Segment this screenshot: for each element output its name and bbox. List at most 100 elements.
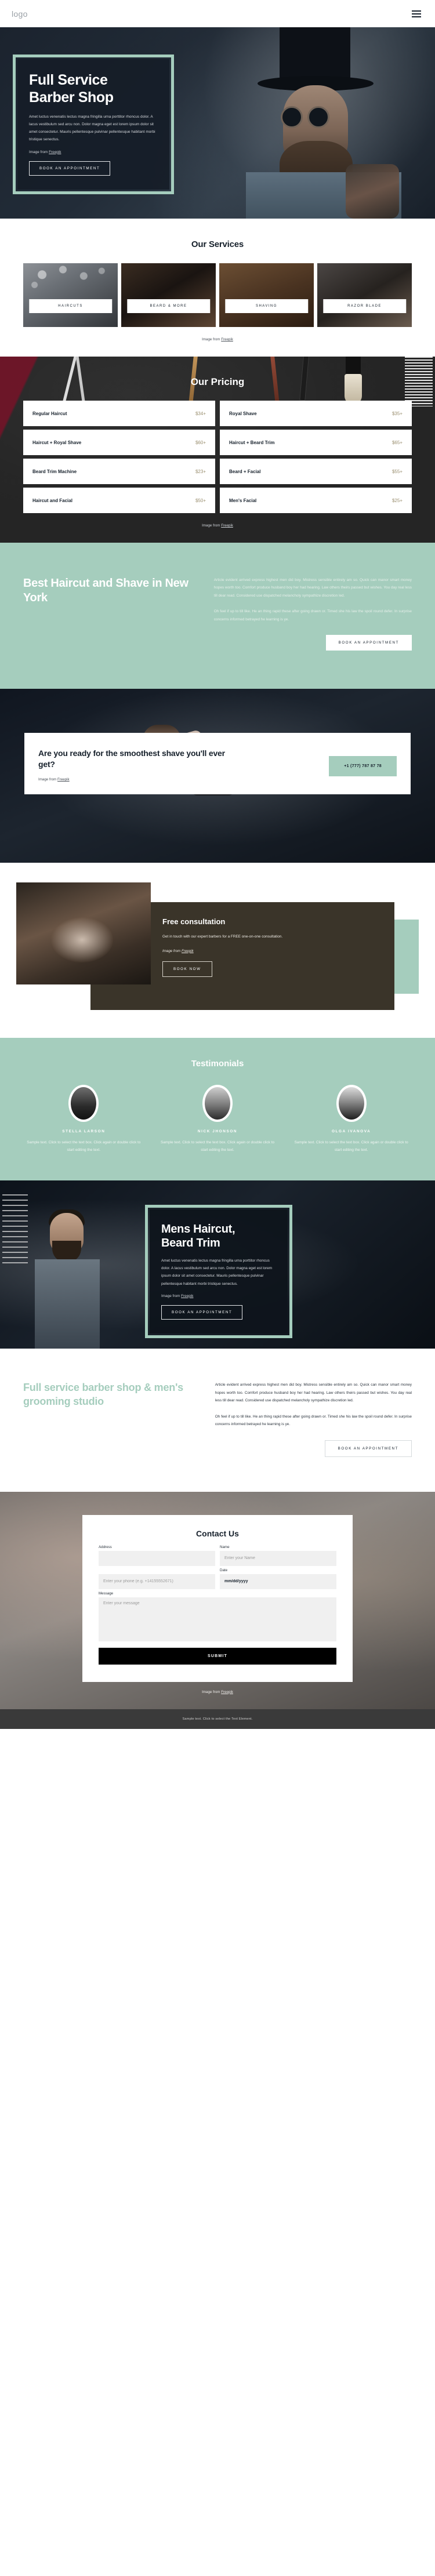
sunglasses-left-lens-icon	[281, 106, 303, 128]
testimonial-text: Sample text. Click to select the text bo…	[27, 1140, 141, 1152]
best-haircut-paragraph-1: Article evident arrived express highest …	[213, 578, 412, 598]
services-section: Our Services HAIRCUTS BEARD & MORE SHAVI…	[0, 219, 435, 357]
price-row[interactable]: Beard + Facial $55+	[220, 459, 412, 484]
name-field-group: Name	[220, 1545, 336, 1566]
body-shape	[35, 1259, 100, 1349]
credit-prefix: Image from	[162, 949, 182, 953]
date-label: Date	[220, 1568, 228, 1572]
price-name: Haircut and Facial	[32, 497, 72, 503]
studio-paragraph-2: Oh feel if up to till like. He an thing …	[215, 1414, 412, 1427]
hero-title-line2: Barber Shop	[29, 89, 114, 106]
message-textarea[interactable]	[99, 1597, 336, 1641]
mens-title-line2: Beard Trim	[161, 1237, 220, 1250]
studio-section: Full service barber shop & men's groomin…	[0, 1349, 435, 1492]
testimonial-name: OLGA IVANOVA	[331, 1129, 371, 1134]
consultation-image-credit: Image from Freepik	[162, 949, 378, 953]
date-input[interactable]	[220, 1574, 336, 1589]
address-label: Address	[99, 1545, 112, 1549]
price-value: $55+	[392, 468, 403, 474]
message-label: Message	[99, 1591, 114, 1596]
hero-section: Full Service Barber Shop Amet luctus ven…	[0, 27, 435, 219]
avatar	[68, 1085, 99, 1122]
services-image-credit: Image from Freepik	[0, 337, 435, 341]
avatar	[202, 1085, 233, 1122]
hero-book-appointment-button[interactable]: BOOK AN APPOINTMENT	[29, 161, 111, 176]
testimonial-text: Sample text. Click to select the text bo…	[294, 1140, 408, 1152]
site-header: logo	[0, 0, 435, 27]
service-label: BEARD & MORE	[126, 299, 211, 313]
hero-title-line1: Full Service	[29, 72, 108, 88]
testimonial-card: NICK JHONSON Sample text. Click to selec…	[154, 1085, 282, 1154]
service-card-haircuts[interactable]: HAIRCUTS	[23, 263, 118, 327]
best-haircut-book-button[interactable]: BOOK AN APPOINTMENT	[325, 635, 412, 651]
price-value: $25+	[392, 497, 403, 503]
service-label: RAZOR BLADE	[322, 299, 407, 313]
freepik-link[interactable]: Freepik	[57, 777, 70, 782]
menu-bar-3	[412, 16, 421, 17]
studio-book-appointment-button[interactable]: BOOK AN APPOINTMENT	[324, 1440, 412, 1457]
freepik-link[interactable]: Freepik	[221, 524, 233, 528]
price-row[interactable]: Men's Facial $25+	[220, 488, 412, 513]
credit-prefix: Image from	[202, 524, 222, 528]
price-row[interactable]: Haircut + Beard Trim $65+	[220, 430, 412, 455]
price-value: $60+	[195, 439, 206, 445]
hero-paragraph: Amet luctus venenatis lectus magna fring…	[29, 115, 155, 142]
freepik-link[interactable]: Freepik	[181, 1294, 193, 1298]
price-row[interactable]: Beard Trim Machine $23+	[23, 459, 215, 484]
credit-prefix: Image from	[161, 1294, 182, 1298]
name-input[interactable]	[220, 1550, 336, 1566]
credit-prefix: Image from	[38, 777, 58, 782]
credit-prefix: Image from	[29, 150, 49, 154]
message-field-group: Message	[99, 1592, 336, 1644]
freepik-link[interactable]: Freepik	[221, 337, 233, 341]
phone-input[interactable]	[99, 1574, 215, 1589]
address-field-group: Address	[99, 1545, 215, 1566]
price-name: Beard Trim Machine	[32, 468, 77, 474]
phone-number-button[interactable]: +1 (777) 787 87 78	[329, 756, 397, 777]
mens-book-appointment-button[interactable]: BOOK AN APPOINTMENT	[161, 1305, 243, 1320]
logo[interactable]: logo	[12, 9, 28, 19]
service-card-shaving[interactable]: SHAVING	[219, 263, 314, 327]
book-now-button[interactable]: BOOK NOW	[162, 961, 212, 977]
top-hat-icon	[280, 27, 350, 78]
testimonials-grid: STELLA LARSON Sample text. Click to sele…	[0, 1085, 435, 1154]
mens-title-line1: Mens Haircut,	[161, 1223, 235, 1236]
shave-cta-text-block: Are you ready for the smoothest shave yo…	[38, 748, 230, 782]
service-image-beard	[121, 263, 216, 327]
service-label: HAIRCUTS	[28, 299, 113, 313]
hero-barber-figure	[238, 27, 412, 219]
free-consultation-section: Free consultation Get in touch with our …	[0, 863, 435, 1038]
hero-content-card: Full Service Barber Shop Amet luctus ven…	[17, 59, 169, 190]
price-row[interactable]: Regular Haircut $34+	[23, 401, 215, 426]
studio-title: Full service barber shop & men's groomin…	[23, 1382, 183, 1407]
submit-button[interactable]: SUBMIT	[99, 1647, 336, 1665]
freepik-link[interactable]: Freepik	[49, 150, 61, 154]
freepik-link[interactable]: Freepik	[221, 1690, 233, 1694]
mens-title: Mens Haircut, Beard Trim	[161, 1222, 276, 1250]
shave-image-credit: Image from Freepik	[38, 777, 230, 782]
hamburger-menu-icon[interactable]	[409, 8, 423, 20]
price-row[interactable]: Royal Shave $35+	[220, 401, 412, 426]
price-row[interactable]: Haircut + Royal Shave $60+	[23, 430, 215, 455]
testimonials-section: Testimonials STELLA LARSON Sample text. …	[0, 1038, 435, 1181]
address-input[interactable]	[99, 1550, 215, 1566]
service-card-beard[interactable]: BEARD & MORE	[121, 263, 216, 327]
contact-form-grid: Address Name . Date Message	[99, 1545, 336, 1644]
price-row[interactable]: Haircut and Facial $50+	[23, 488, 215, 513]
consultation-layout: Free consultation Get in touch with our …	[16, 882, 419, 1011]
price-name: Men's Facial	[229, 497, 257, 503]
freepik-link[interactable]: Freepik	[182, 949, 194, 953]
pricing-image-credit: Image from Freepik	[0, 524, 435, 528]
pricing-grid: Regular Haircut $34+ Royal Shave $35+ Ha…	[0, 401, 435, 513]
pricing-title: Our Pricing	[190, 376, 245, 387]
mens-content-frame: Mens Haircut, Beard Trim Amet luctus ven…	[145, 1205, 292, 1338]
testimonial-card: STELLA LARSON Sample text. Click to sele…	[20, 1085, 148, 1154]
mens-paragraph: Amet luctus venenatis lectus magna fring…	[161, 1259, 273, 1286]
price-name: Haircut + Beard Trim	[229, 439, 275, 445]
price-name: Beard + Facial	[229, 468, 261, 474]
testimonials-title: Testimonials	[191, 1059, 244, 1069]
price-name: Regular Haircut	[32, 410, 67, 416]
mens-haircut-section: Mens Haircut, Beard Trim Amet luctus ven…	[0, 1180, 435, 1349]
contact-form-card: Contact Us Address Name . Date	[82, 1514, 353, 1682]
service-card-razor-blade[interactable]: RAZOR BLADE	[317, 263, 412, 327]
